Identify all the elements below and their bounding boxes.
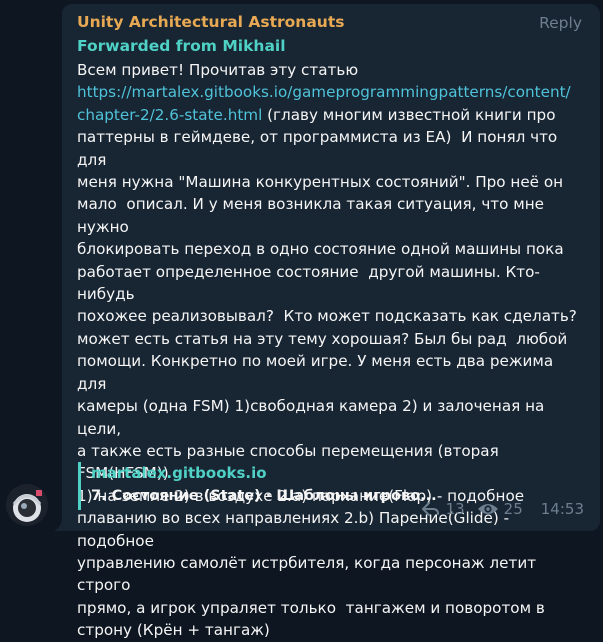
message-meta: 13 25 14:53: [421, 500, 584, 518]
message-text-intro: Всем привет! Прочитав эту статью: [77, 61, 359, 79]
link-preview-site: martalex.gitbooks.io: [91, 464, 267, 482]
forwarded-from[interactable]: Forwarded from Mikhail: [77, 36, 586, 57]
message-time: 14:53: [540, 500, 584, 518]
reply-button[interactable]: Reply: [539, 14, 582, 32]
eye-icon: [477, 504, 498, 514]
reply-arrow-icon: [421, 502, 439, 516]
message-text-body: (главу многим известной книги про паттер…: [77, 105, 577, 640]
replies-count: 13: [445, 500, 465, 518]
sender-avatar[interactable]: [6, 484, 48, 526]
message-bubble: Unity Architectural Astronauts Reply For…: [62, 4, 600, 639]
message-text: Всем привет! Прочитав эту статью https:/…: [77, 59, 586, 642]
views-count: 25: [503, 500, 523, 518]
sender-name[interactable]: Unity Architectural Astronauts: [77, 12, 586, 32]
